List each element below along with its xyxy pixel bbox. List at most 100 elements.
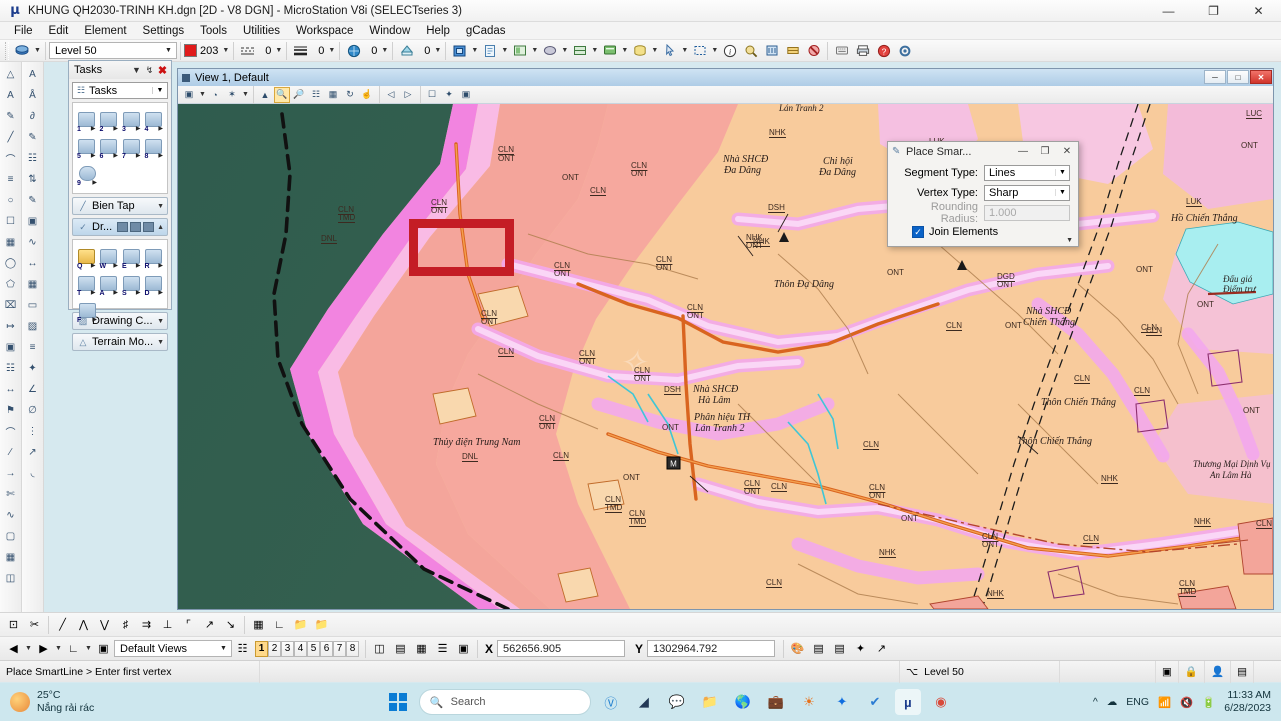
dialog-close-button[interactable]: ✕ <box>1056 143 1078 160</box>
join-elements-row[interactable]: ✓ Join Elements <box>912 226 1078 238</box>
tool-extend-icon[interactable]: → <box>1 463 21 483</box>
view-number-8[interactable]: 8 <box>346 640 359 657</box>
y-coordinate-input[interactable]: 1302964.792 <box>647 640 776 657</box>
tasks-selector[interactable]: ☷ Tasks ▼ <box>72 82 168 99</box>
window-cascade-icon[interactable]: ▤ <box>391 639 410 658</box>
tool-measure-icon[interactable]: ↦ <box>1 316 21 336</box>
layers-icon[interactable]: ▤ <box>830 639 849 658</box>
view-previous-dropdown[interactable]: ▼ <box>24 640 33 658</box>
open-folder-1-icon[interactable]: 📁 <box>291 615 310 634</box>
open-folder-2-icon[interactable]: 📁 <box>312 615 331 634</box>
tool-circle-icon[interactable]: ○ <box>1 190 21 210</box>
task-tool-1[interactable]: 1 ▶ <box>75 106 98 133</box>
tool-fillet-icon[interactable]: ⌒ <box>1 421 21 441</box>
tool2-snap-icon[interactable]: ✦ <box>23 358 43 378</box>
tool2-area-icon[interactable]: ▭ <box>23 295 43 315</box>
x-coordinate-input[interactable]: 562656.905 <box>497 640 626 657</box>
language-indicator[interactable]: ENG <box>1126 696 1149 708</box>
start-button-icon[interactable] <box>388 693 407 711</box>
delete-icon[interactable] <box>804 41 823 60</box>
tool-tag-icon[interactable]: ⚑ <box>1 400 21 420</box>
segment-type-select[interactable]: Lines ▼ <box>984 164 1070 181</box>
display-style-dropdown[interactable]: ▼ <box>241 86 250 104</box>
references-icon[interactable] <box>480 41 499 60</box>
tasks-dropdown-icon[interactable]: ▼ <box>130 63 143 77</box>
store-icon[interactable]: 💼 <box>763 689 789 715</box>
chevron-down-icon[interactable]: ▼ <box>161 43 176 58</box>
snap-delete-icon[interactable]: ✂ <box>25 615 44 634</box>
measure-tools-icon[interactable]: ↗ <box>872 639 891 658</box>
chat-icon[interactable]: 💬 <box>664 689 690 715</box>
fence-icon[interactable] <box>690 41 709 60</box>
tool2-change-case-icon[interactable]: ⇅ <box>23 169 43 189</box>
view-number-2[interactable]: 2 <box>268 640 281 657</box>
toolbar-grip[interactable] <box>5 41 9 60</box>
tool-text-a-icon[interactable]: A <box>1 85 21 105</box>
task-tool-9[interactable]: 9 ▶ <box>75 160 99 187</box>
update-view-icon[interactable]: ▲ <box>257 87 273 103</box>
tool-solids-icon[interactable]: ◫ <box>1 568 21 588</box>
task-tool-5[interactable]: 5 ▶ <box>75 133 98 160</box>
tool2-text-abc-icon[interactable]: ∂ <box>23 106 43 126</box>
menu-element[interactable]: Element <box>76 24 134 38</box>
chevron-down-icon[interactable]: ▼ <box>157 203 164 210</box>
snap-tangent-icon[interactable]: ⇉ <box>137 615 156 634</box>
fence-dropdown[interactable]: ▼ <box>710 42 719 60</box>
tool2-scale-icon[interactable]: ↗ <box>23 442 43 462</box>
edge-icon[interactable]: 🌎 <box>730 689 756 715</box>
status-user-icon[interactable]: 👤 <box>1205 660 1232 683</box>
tool2-measure2-icon[interactable]: ↔ <box>23 253 43 273</box>
models-icon[interactable] <box>450 41 469 60</box>
tool-spline-icon[interactable]: ∿ <box>1 505 21 525</box>
menu-file[interactable]: File <box>6 24 41 38</box>
view-mode-list[interactable] <box>130 222 142 232</box>
maximize-button[interactable]: ❐ <box>1191 0 1236 22</box>
cells-dropdown[interactable]: ▼ <box>620 42 629 60</box>
tool2-dim-angle-icon[interactable]: ∠ <box>23 379 43 399</box>
status-level-cell[interactable]: ⌥ Level 50 <box>900 660 1060 683</box>
database-dropdown[interactable]: ▼ <box>650 42 659 60</box>
tool2-hatch-icon[interactable]: ▨ <box>23 316 43 336</box>
dr-tool-r[interactable]: R ▶ <box>143 243 166 270</box>
view-number-1[interactable]: 1 <box>255 640 268 657</box>
status-display-icon[interactable]: ▤ <box>1231 660 1254 683</box>
element-selection-dropdown[interactable]: ▼ <box>680 42 689 60</box>
selection-highlight-rectangle[interactable] <box>409 219 514 276</box>
menu-window[interactable]: Window <box>361 24 418 38</box>
tool2-label-icon[interactable]: ▣ <box>23 211 43 231</box>
view-maximize-button[interactable]: □ <box>1227 70 1249 84</box>
join-elements-checkbox[interactable]: ✓ <box>912 226 924 238</box>
menu-settings[interactable]: Settings <box>135 24 193 38</box>
task-tool-3[interactable]: 3 ▶ <box>120 106 143 133</box>
taskbar-search-box[interactable]: 🔍 Search <box>418 689 591 715</box>
line-weight-dropdown[interactable]: ▼ <box>327 42 336 60</box>
copy-view-icon[interactable]: ☐ <box>424 87 440 103</box>
window-arrange2-icon[interactable]: ☰ <box>433 639 452 658</box>
window-area-icon[interactable]: ☷ <box>308 87 324 103</box>
saved-views-icon[interactable]: ▣ <box>94 639 113 658</box>
dr-tool-t[interactable]: T ▶ <box>75 270 98 297</box>
pan-view-icon[interactable]: ☝ <box>359 87 375 103</box>
grid-toggle-icon[interactable]: ▦ <box>249 615 268 634</box>
dropbox-icon[interactable]: ✦ <box>829 689 855 715</box>
view-minimize-button[interactable]: ─ <box>1204 70 1226 84</box>
window-arrange-icon[interactable]: ◫ <box>370 639 389 658</box>
menu-edit[interactable]: Edit <box>41 24 77 38</box>
widgets-icon[interactable]: Ⓥ <box>598 689 624 715</box>
line-weight-icon[interactable] <box>291 41 310 60</box>
zoom-in-icon[interactable]: 🔍 <box>274 86 290 103</box>
dialog-expand-icon[interactable]: ▼ <box>1066 237 1073 244</box>
display-style-icon[interactable]: ◔ <box>207 87 223 103</box>
key-in-icon[interactable] <box>832 41 851 60</box>
close-button[interactable]: ✕ <box>1236 0 1281 22</box>
tool-copy-icon[interactable]: ☐ <box>1 211 21 231</box>
views-selector-combo[interactable]: Default Views ▼ <box>114 640 232 657</box>
transparency-icon[interactable] <box>344 41 363 60</box>
place-smartline-dialog[interactable]: ✎ Place Smar... — ❐ ✕ Segment Type: Line… <box>887 141 1079 247</box>
vertex-type-select[interactable]: Sharp ▼ <box>984 184 1070 201</box>
weather-widget[interactable]: 25°C Nắng rải rác <box>0 689 250 715</box>
snap-intersection-icon[interactable]: ♯ <box>116 615 135 634</box>
tool2-match-text-icon[interactable]: ☷ <box>23 148 43 168</box>
priority-icon[interactable] <box>397 41 416 60</box>
window-close-all-icon[interactable]: ▣ <box>454 639 473 658</box>
